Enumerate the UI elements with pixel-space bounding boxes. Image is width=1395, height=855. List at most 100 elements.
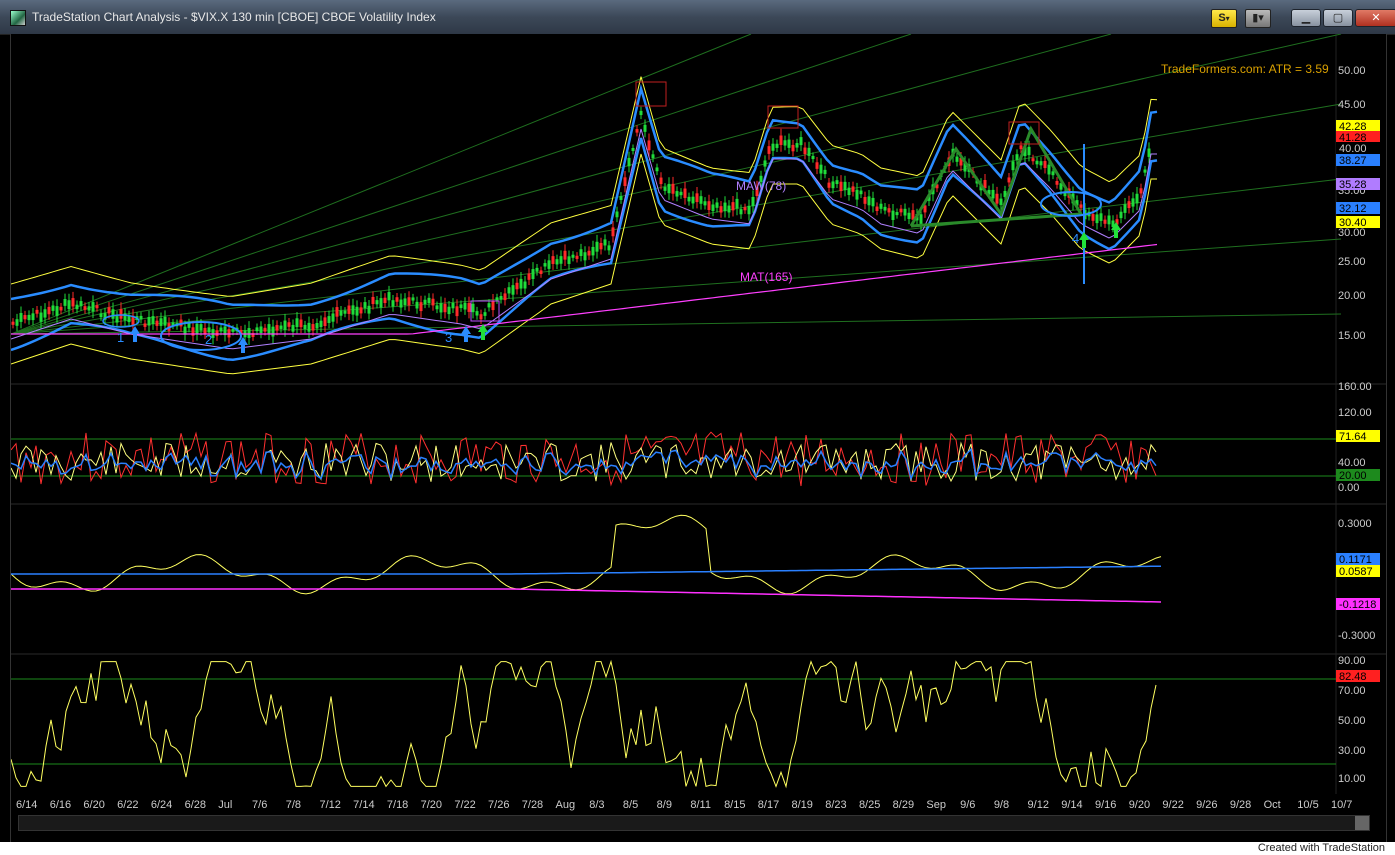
price-candle <box>1031 158 1035 162</box>
price-candle <box>415 301 419 309</box>
tool-dropdown-button[interactable]: ▮▾ <box>1245 9 1271 28</box>
price-candle <box>159 318 163 326</box>
wave-label-1: 1 <box>117 330 124 345</box>
price-candle <box>55 306 59 316</box>
price-candle <box>355 306 359 316</box>
price-candle <box>539 270 543 274</box>
price-candle <box>803 147 807 155</box>
up-arrow-icon <box>130 326 140 342</box>
price-candle <box>263 327 267 332</box>
close-button[interactable]: ✕ <box>1355 9 1395 27</box>
price-tick-label: 45.00 <box>1338 99 1366 111</box>
price-candle <box>375 300 379 305</box>
price-candle <box>751 196 755 207</box>
price-candle <box>311 324 315 331</box>
price-candle <box>115 316 119 323</box>
price-candle <box>903 208 907 216</box>
price-badge-label: 30.40 <box>1339 217 1367 229</box>
chart-canvas[interactable]: 1 2 3 4 TradeFormers.com: ATR = 3.59 MAW(78) M… <box>11 34 1386 814</box>
price-candle <box>771 143 775 151</box>
price-candle <box>367 305 371 314</box>
price-candle <box>327 316 331 323</box>
price-candle <box>1147 148 1151 157</box>
date-tick-label: 8/17 <box>758 799 779 811</box>
price-candle <box>763 160 767 167</box>
price-candle <box>623 177 627 187</box>
price-candle <box>343 310 347 314</box>
price-candle <box>351 305 355 315</box>
price-candle <box>487 303 491 308</box>
date-tick-label: 9/6 <box>960 799 975 811</box>
price-candle <box>491 300 495 311</box>
price-candle <box>611 227 615 237</box>
ind3-tick-label: 30.00 <box>1338 745 1366 757</box>
window-title: TradeStation Chart Analysis - $VIX.X 130… <box>32 10 436 24</box>
price-candle <box>255 327 259 332</box>
price-candle <box>871 197 875 207</box>
up-arrow-icon <box>1079 232 1089 248</box>
price-candle <box>279 325 283 329</box>
price-candle <box>787 139 791 148</box>
price-candle <box>739 209 743 215</box>
price-candle <box>1019 145 1023 150</box>
ind1-tick-label: 120.00 <box>1338 407 1372 419</box>
scrollbar-thumb[interactable] <box>1355 816 1369 830</box>
price-candle <box>359 307 363 314</box>
date-tick-label: 9/28 <box>1230 799 1251 811</box>
price-candle <box>875 206 879 211</box>
ind2-tick-label: 0.3000 <box>1338 518 1372 530</box>
price-candle <box>551 256 555 264</box>
price-candle <box>99 313 103 318</box>
price-candle <box>1043 161 1047 169</box>
price-candle <box>139 315 143 320</box>
strategy-s-button[interactable]: S▾ <box>1211 9 1237 28</box>
minimize-button[interactable]: ▁ <box>1291 9 1321 27</box>
price-candle <box>127 315 131 323</box>
price-candle <box>907 212 911 219</box>
price-candle <box>1123 204 1127 213</box>
price-candle <box>451 302 455 309</box>
price-candle <box>31 313 35 321</box>
price-candle <box>1039 161 1043 166</box>
maximize-button[interactable]: ▢ <box>1323 9 1353 27</box>
price-candle <box>119 309 123 319</box>
wave-label-2: 2 <box>205 332 212 347</box>
price-candle <box>703 201 707 206</box>
price-candle <box>195 323 199 334</box>
price-candle <box>567 256 571 264</box>
date-tick-label: 7/20 <box>421 799 442 811</box>
price-candle <box>495 297 499 301</box>
price-candle <box>823 169 827 175</box>
ind3-line <box>11 659 1157 789</box>
price-candle <box>815 162 819 169</box>
chart-horizontal-scrollbar[interactable] <box>18 815 1370 831</box>
price-candle <box>731 202 735 211</box>
maw-label: MAW(78) <box>736 179 786 193</box>
price-candle <box>527 273 531 280</box>
date-tick-label: 6/20 <box>83 799 104 811</box>
ind2-blue-line <box>11 565 1162 575</box>
price-candle <box>371 296 375 305</box>
price-badge-label: 32.12 <box>1339 203 1367 215</box>
price-candle <box>715 202 719 208</box>
price-candle <box>819 164 823 174</box>
ind3-tick-label: 70.00 <box>1338 685 1366 697</box>
date-tick-label: 7/12 <box>319 799 340 811</box>
price-badge-label: 35.28 <box>1339 179 1367 191</box>
maximize-icon: ▢ <box>1332 12 1344 24</box>
date-tick-label: Oct <box>1264 799 1281 811</box>
price-candle <box>43 309 47 318</box>
footer-strip <box>0 842 1395 855</box>
price-candle <box>675 191 679 197</box>
ind3-badge-label: 82.48 <box>1339 671 1367 683</box>
price-candle <box>531 269 535 279</box>
price-candle <box>271 326 275 337</box>
ind1-badge-label: 71.64 <box>1339 431 1367 443</box>
price-candle <box>1055 180 1059 185</box>
price-candle <box>395 297 399 302</box>
price-candle <box>459 304 463 309</box>
chart-area[interactable]: 1 2 3 4 TradeFormers.com: ATR = 3.59 MAW(78) M… <box>10 34 1387 842</box>
price-candle <box>27 314 31 321</box>
date-tick-label: 10/7 <box>1331 799 1352 811</box>
price-candle <box>483 312 487 316</box>
